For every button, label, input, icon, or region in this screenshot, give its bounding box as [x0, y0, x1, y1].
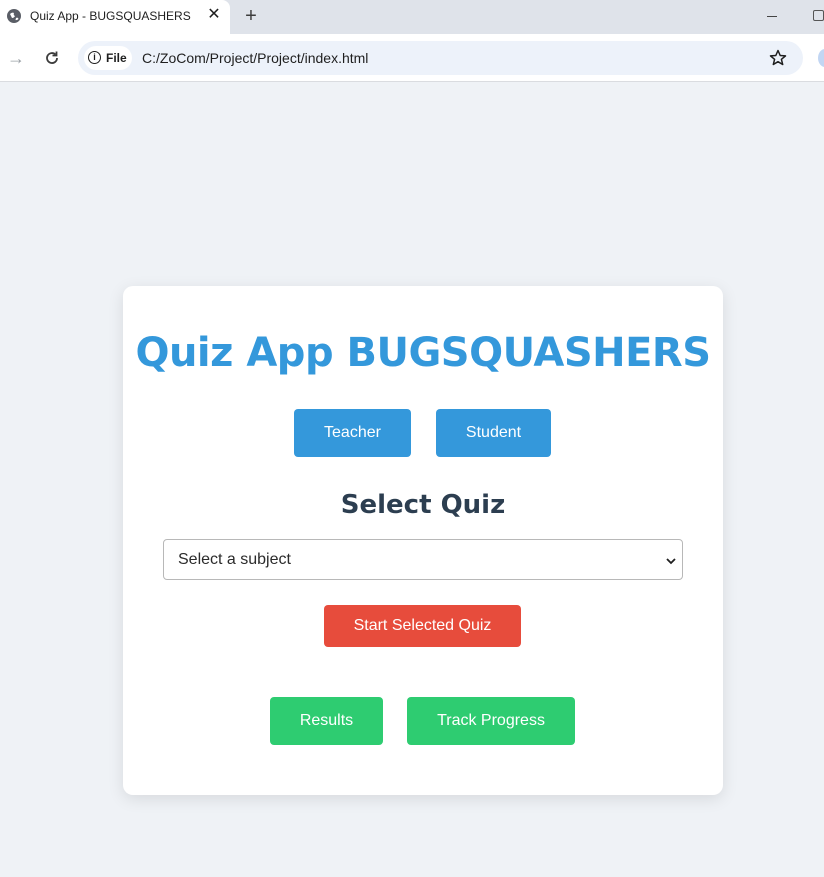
subject-select-value: Select a subject	[178, 551, 291, 568]
select-quiz-heading: Select Quiz	[340, 490, 506, 520]
minimize-icon[interactable]	[764, 8, 780, 24]
page-title: Quiz App BUGSQUASHERS	[135, 330, 711, 376]
site-chip-label: File	[106, 51, 127, 65]
results-button[interactable]: Results	[270, 697, 383, 745]
forward-arrow-icon[interactable]: →	[6, 48, 26, 68]
browser-tab-strip: Quiz App - BUGSQUASHERS ✕ +	[0, 0, 824, 34]
star-icon[interactable]	[768, 48, 788, 68]
tab-title: Quiz App - BUGSQUASHERS	[30, 9, 191, 23]
track-progress-button[interactable]: Track Progress	[407, 697, 575, 745]
site-info-chip[interactable]: i File	[84, 46, 132, 70]
info-icon: i	[88, 51, 101, 64]
url-text: C:/ZoCom/Project/Project/index.html	[142, 50, 369, 66]
quiz-app-card: Quiz App BUGSQUASHERS Teacher Student Se…	[123, 286, 723, 795]
subject-select[interactable]: Select a subject	[163, 539, 683, 580]
plus-icon[interactable]: +	[240, 5, 262, 27]
browser-toolbar: → i File C:/ZoCom/Project/Project/index.…	[0, 34, 824, 82]
reload-icon[interactable]	[42, 48, 62, 68]
chevron-down-icon	[665, 554, 677, 566]
start-selected-quiz-button[interactable]: Start Selected Quiz	[324, 605, 521, 647]
address-bar[interactable]: i File C:/ZoCom/Project/Project/index.ht…	[78, 41, 803, 75]
teacher-button[interactable]: Teacher	[294, 409, 411, 457]
student-button[interactable]: Student	[436, 409, 551, 457]
globe-icon	[7, 9, 21, 23]
profile-avatar[interactable]	[818, 49, 824, 67]
close-icon[interactable]: ✕	[206, 7, 222, 23]
maximize-icon[interactable]	[813, 10, 824, 21]
browser-tab-active[interactable]: Quiz App - BUGSQUASHERS ✕	[0, 0, 230, 34]
